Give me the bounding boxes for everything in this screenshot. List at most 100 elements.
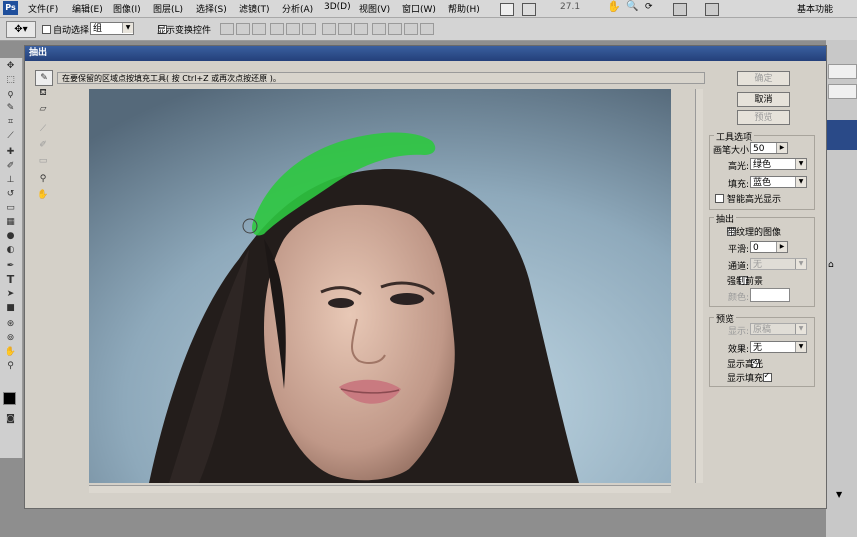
channel-dropdown[interactable]: 无 ▼ (750, 258, 807, 270)
show-fill-checkbox[interactable] (762, 371, 772, 382)
fill-dropdown[interactable]: 蓝色 ▼ (750, 176, 807, 188)
align-bottom-icon[interactable] (252, 23, 266, 35)
align-right-icon[interactable] (302, 23, 316, 35)
eraser-tool-icon[interactable]: ▭ (4, 202, 17, 214)
align-left-icon[interactable] (270, 23, 284, 35)
3d-orbit-tool-icon[interactable]: ⊚ (4, 332, 17, 344)
options-bar: ✥▾ 自动选择: 组 ▼ 显示变换控件 (0, 18, 857, 41)
auto-select-value: 组 (93, 24, 103, 34)
menu-analysis[interactable]: 分析(A) (282, 2, 313, 15)
screen-mode-icon[interactable] (705, 3, 719, 16)
menu-view[interactable]: 视图(V) (359, 2, 390, 15)
menu-help[interactable]: 帮助(H) (448, 2, 480, 15)
brush-size-field[interactable]: 50 ▶ (750, 142, 788, 154)
highlight-dropdown[interactable]: 绿色 ▼ (750, 158, 807, 170)
eyedropper-tool-icon[interactable]: ⟋ (4, 130, 17, 142)
show-highlight-label: 显示高光 (727, 360, 764, 370)
menu-3d[interactable]: 3D(D) (324, 2, 351, 12)
auto-select-checkbox[interactable] (42, 25, 51, 34)
brush-tool-icon[interactable]: ✐ (4, 160, 17, 172)
preview-button[interactable]: 预览 (737, 110, 790, 125)
eraser-tool-icon[interactable]: ▱ (35, 102, 51, 116)
move-tool-icon[interactable]: ✥ (4, 60, 17, 72)
image-preview[interactable] (89, 89, 671, 483)
menu-edit[interactable]: 编辑(E) (72, 2, 103, 15)
edge-highlighter-tool-icon[interactable]: ✎ (35, 70, 53, 86)
menu-file[interactable]: 文件(F) (28, 2, 58, 15)
quick-mask-icon[interactable]: ◙ (4, 413, 17, 425)
menu-layer[interactable]: 图层(L) (153, 2, 183, 15)
chevron-down-icon: ▼ (795, 159, 806, 169)
gradient-tool-icon[interactable]: ▦ (4, 216, 17, 228)
menu-image[interactable]: 图像(I) (113, 2, 141, 15)
history-brush-tool-icon[interactable]: ↺ (4, 188, 17, 200)
move-tool-preset-icon[interactable]: ✥▾ (6, 21, 36, 38)
hint-text: 在要保留的区域点按填充工具( 按 Ctrl+Z 或再次点按还原 )。 (57, 72, 705, 84)
zoom-icon[interactable]: 🔍 (626, 1, 638, 12)
scroll-down-icon[interactable]: ▼ (836, 490, 842, 499)
pen-tool-icon[interactable]: ✒ (4, 260, 17, 272)
cleanup-tool-icon[interactable]: ✐ (35, 138, 51, 152)
hand-icon[interactable]: ✋ (607, 0, 621, 13)
chevron-right-icon: ▶ (776, 143, 787, 153)
smooth-field[interactable]: 0 ▶ (750, 241, 788, 253)
channel-value: 无 (753, 260, 763, 270)
hand-tool-icon[interactable]: ✋ (35, 188, 51, 202)
distribute-hcenter-icon[interactable] (388, 23, 402, 35)
foreground-color-swatch[interactable] (3, 392, 16, 405)
blur-tool-icon[interactable]: ● (4, 230, 17, 242)
type-tool-icon[interactable]: T (4, 274, 17, 286)
align-top-icon[interactable] (220, 23, 234, 35)
distribute-top-icon[interactable] (322, 23, 336, 35)
show-dropdown[interactable]: 原稿 ▼ (750, 323, 807, 335)
ok-button[interactable]: 确定 (737, 71, 790, 86)
edge-touchup-tool-icon[interactable]: ▭ (35, 154, 51, 168)
color-swatch[interactable] (750, 288, 790, 302)
distribute-right-icon[interactable] (404, 23, 418, 35)
distribute-bottom-icon[interactable] (354, 23, 368, 35)
fill-tool-icon[interactable]: ⛾ (35, 86, 51, 100)
chevron-right-icon: ▶ (776, 242, 787, 252)
hand-tool-icon[interactable]: ✋ (4, 346, 17, 358)
crop-tool-icon[interactable]: ⌗ (4, 116, 17, 128)
color-label: 颜色: (728, 293, 750, 303)
quick-select-tool-icon[interactable]: ✎ (4, 102, 17, 114)
dodge-tool-icon[interactable]: ◐ (4, 244, 17, 256)
eyedropper-tool-icon[interactable]: ⟋ (35, 122, 51, 136)
vertical-scrollbar[interactable] (695, 89, 703, 483)
horizontal-scrollbar[interactable] (89, 485, 671, 493)
mini-bridge-icon[interactable] (522, 3, 536, 16)
fill-value: 蓝色 (753, 178, 772, 188)
lock-icon[interactable]: ⌂ (828, 260, 834, 270)
clone-stamp-tool-icon[interactable]: ⊥ (4, 174, 17, 186)
smart-highlight-checkbox[interactable] (715, 194, 724, 203)
distribute-left-icon[interactable] (372, 23, 386, 35)
effect-dropdown[interactable]: 无 ▼ (750, 341, 807, 353)
menu-window[interactable]: 窗口(W) (402, 2, 436, 15)
lasso-tool-icon[interactable]: ϙ (4, 88, 17, 100)
zoom-tool-icon[interactable]: ⚲ (4, 360, 17, 372)
shape-tool-icon[interactable]: ■ (4, 302, 17, 314)
healing-brush-tool-icon[interactable]: ✚ (4, 146, 17, 158)
3d-rotate-tool-icon[interactable]: ⊛ (4, 318, 17, 330)
menu-filter[interactable]: 滤镜(T) (239, 2, 270, 15)
workspace-switcher[interactable]: 基本功能 (797, 2, 833, 15)
marquee-tool-icon[interactable]: ⬚ (4, 74, 17, 86)
auto-select-dropdown[interactable]: 组 ▼ (90, 22, 134, 35)
panel-field-1[interactable] (828, 64, 857, 79)
auto-align-icon[interactable] (420, 23, 434, 35)
cancel-button[interactable]: 取消 (737, 92, 790, 107)
distribute-vcenter-icon[interactable] (338, 23, 352, 35)
rotate-view-icon[interactable]: ⟳ (645, 2, 653, 12)
menu-select[interactable]: 选择(S) (196, 2, 227, 15)
align-vcenter-icon[interactable] (236, 23, 250, 35)
zoom-tool-icon[interactable]: ⚲ (35, 172, 51, 186)
panel-field-2[interactable] (828, 84, 857, 99)
path-select-tool-icon[interactable]: ➤ (4, 288, 17, 300)
selected-layer-row[interactable] (826, 120, 857, 150)
bridge-icon[interactable] (500, 3, 514, 16)
arrange-documents-icon[interactable] (673, 3, 687, 16)
show-label: 显示: (728, 327, 750, 337)
align-hcenter-icon[interactable] (286, 23, 300, 35)
zoom-level[interactable]: 27.1 (560, 2, 580, 12)
